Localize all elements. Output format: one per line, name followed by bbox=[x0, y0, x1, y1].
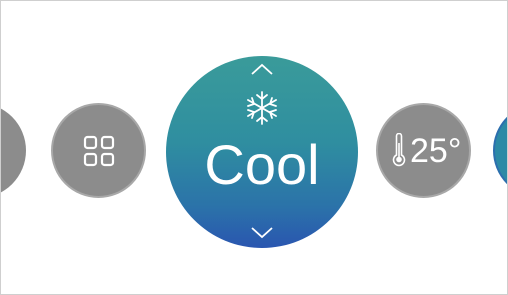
previous-item-button[interactable] bbox=[1, 103, 26, 198]
next-item-button[interactable] bbox=[493, 103, 507, 198]
thermometer-icon bbox=[392, 133, 406, 167]
apps-button[interactable] bbox=[51, 103, 146, 198]
snowflake-icon bbox=[247, 91, 277, 125]
temperature-value: 25° bbox=[410, 132, 462, 170]
chevron-down-icon[interactable] bbox=[249, 226, 275, 240]
mode-dial[interactable]: Cool bbox=[166, 56, 358, 248]
chevron-up-icon[interactable] bbox=[249, 62, 275, 76]
grid-icon bbox=[83, 135, 114, 166]
mode-label: Cool bbox=[204, 133, 320, 196]
carousel-panel: Cool 25° bbox=[0, 0, 508, 295]
temperature-button[interactable]: 25° bbox=[376, 103, 471, 198]
